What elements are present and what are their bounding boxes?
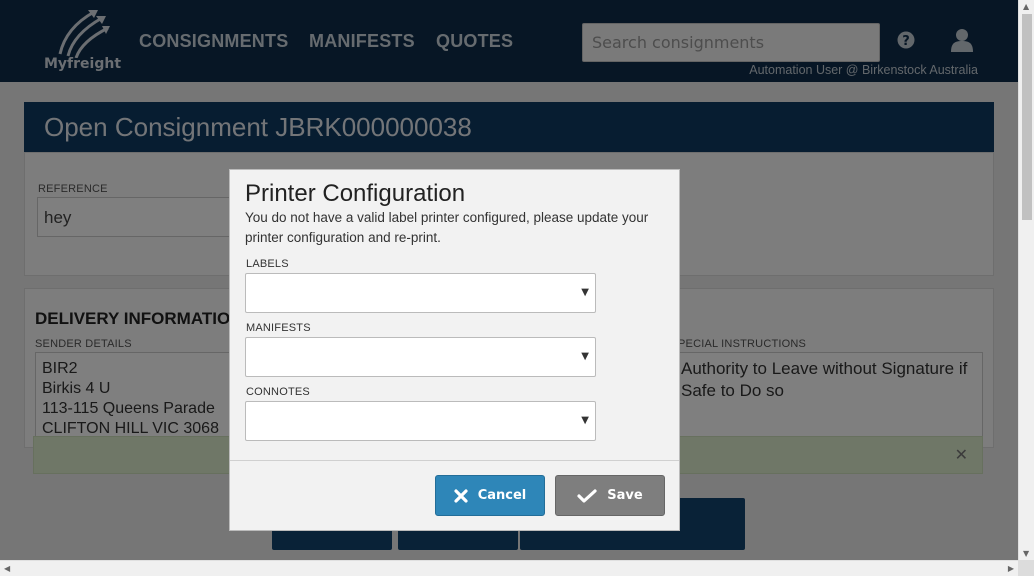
modal-divider (230, 460, 679, 461)
close-icon (454, 488, 468, 503)
cancel-label: Cancel (477, 488, 527, 503)
save-label: Save (607, 488, 643, 503)
check-icon (577, 488, 597, 503)
scroll-left-icon[interactable]: ◀ (4, 564, 10, 573)
vertical-scrollbar[interactable]: ▲ ▼ (1018, 0, 1034, 560)
scrollbar-corner (1018, 560, 1034, 576)
labels-field-label: LABELS (246, 258, 289, 270)
horizontal-scrollbar[interactable]: ◀ ▶ (0, 560, 1018, 576)
chevron-down-icon: ▼ (581, 351, 589, 362)
labels-printer-select[interactable]: ▼ (245, 273, 596, 313)
connotes-printer-select[interactable]: ▼ (245, 401, 596, 441)
modal-message: You do not have a valid label printer co… (245, 210, 649, 245)
manifests-printer-select[interactable]: ▼ (245, 337, 596, 377)
printer-config-modal: Printer Configuration You do not have a … (229, 169, 680, 531)
save-button[interactable]: Save (555, 475, 665, 516)
scroll-down-icon[interactable]: ▼ (1023, 549, 1029, 558)
cancel-button[interactable]: Cancel (435, 475, 545, 516)
scroll-right-icon[interactable]: ▶ (1008, 564, 1014, 573)
scroll-up-icon[interactable]: ▲ (1023, 2, 1029, 11)
manifests-field-label: MANIFESTS (246, 322, 311, 334)
connotes-field-label: CONNOTES (246, 386, 310, 398)
vertical-scroll-thumb[interactable] (1022, 14, 1032, 220)
modal-title: Printer Configuration (245, 180, 466, 207)
chevron-down-icon: ▼ (581, 415, 589, 426)
chevron-down-icon: ▼ (581, 287, 589, 298)
